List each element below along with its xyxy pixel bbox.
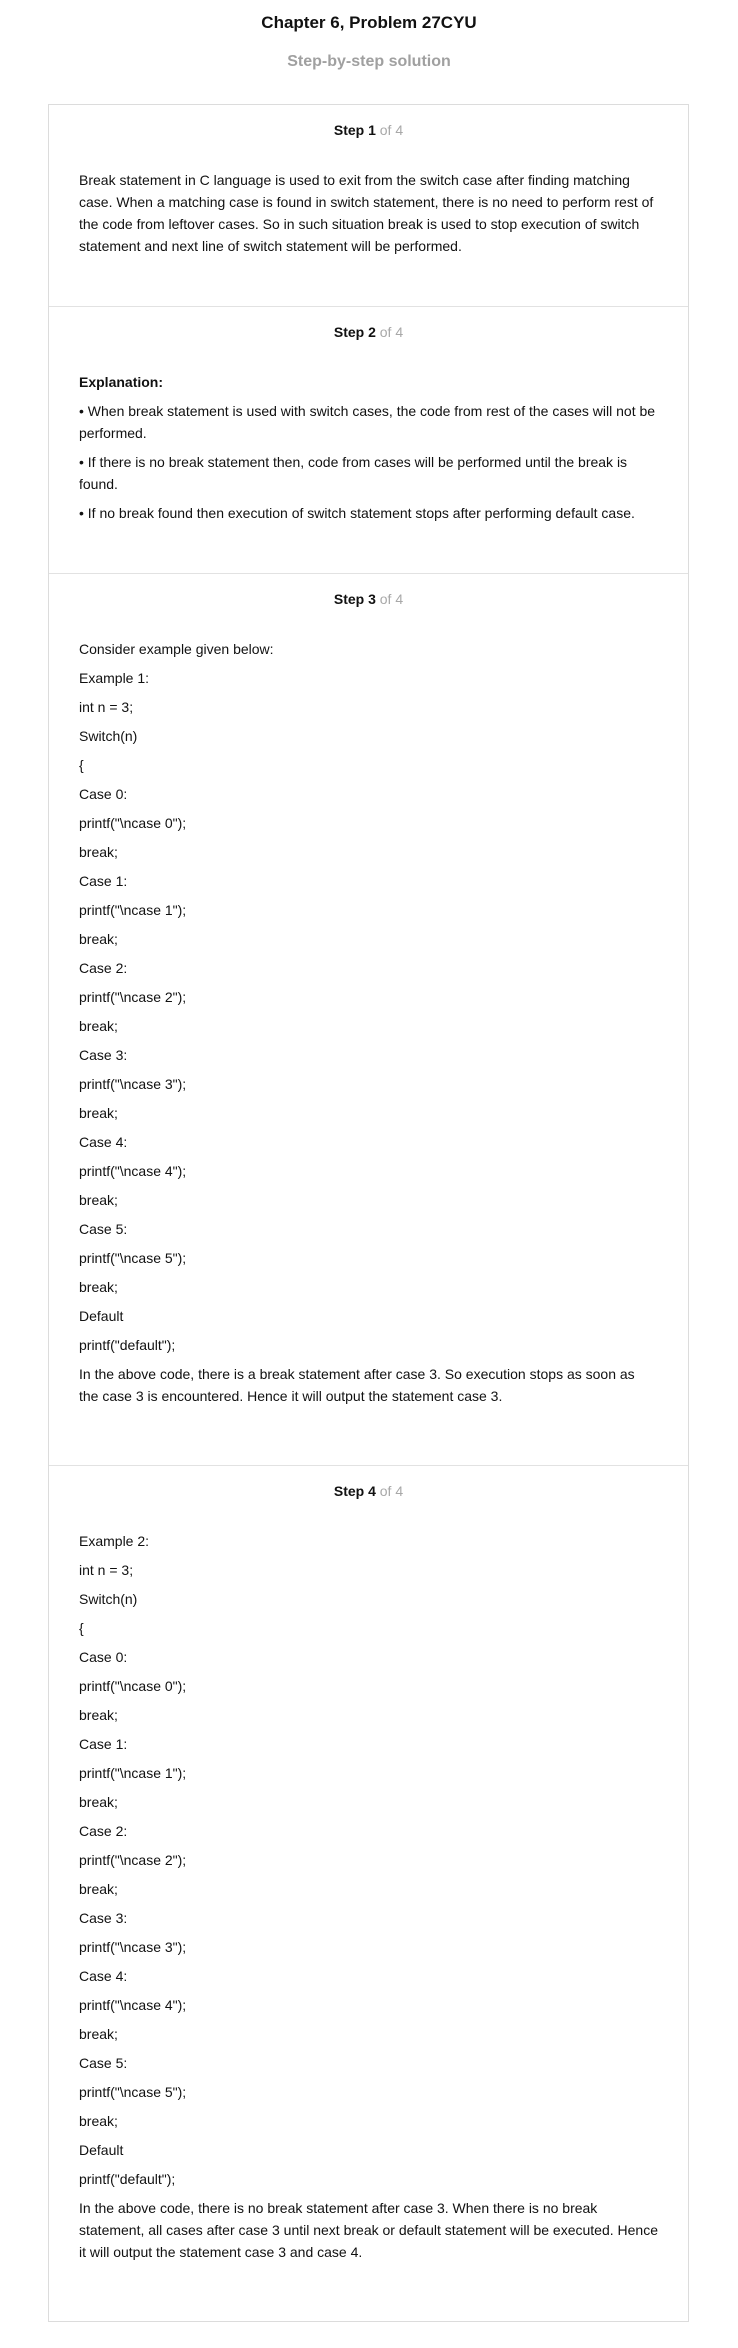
step-text-line: break; (79, 1707, 118, 1723)
step-text-line: printf("default"); (79, 2171, 176, 2187)
page-subtitle: Step-by-step solution (287, 53, 451, 70)
step-text-line: int n = 3; (79, 1562, 134, 1578)
step-text-line: break; (79, 1794, 118, 1810)
step-number: Step 1 (333, 122, 376, 138)
step-text-line: Case 0: (79, 786, 128, 802)
step-total: of 4 (375, 324, 404, 340)
step-text-line: printf("\ncase 0"); (79, 815, 187, 831)
step-header: Step 2 of 4 (79, 323, 658, 341)
step-total: of 4 (375, 122, 404, 138)
step-text-line: Case 2: (79, 1823, 128, 1839)
step-header: Step 4 of 4 (79, 1482, 658, 1500)
step-text-line: { (79, 757, 84, 773)
step-text-line: • If no break found then execution of sw… (79, 505, 635, 521)
step-text-line: break; (79, 1018, 118, 1034)
step-text-line: printf("\ncase 5"); (79, 1250, 187, 1266)
step-number: Step 4 (333, 1483, 376, 1499)
step-text-line: Case 3: (79, 1047, 128, 1063)
step-text-line: printf("\ncase 4"); (79, 1997, 187, 2013)
solution-card: Step 1 of 4 Break statement in C language… (48, 104, 689, 2322)
step-text-line: Case 4: (79, 1968, 128, 1984)
step-text-line: printf("\ncase 1"); (79, 1765, 187, 1781)
step-number: Step 3 (333, 591, 376, 607)
step-text-line: break; (79, 931, 118, 947)
step-text-line: break; (79, 1881, 118, 1897)
step-text-line: printf("\ncase 2"); (79, 1852, 187, 1868)
step-text-line: break; (79, 844, 118, 860)
step-section-4: Step 4 of 4 Example 2: int n = 3; Switch(n)… (49, 1466, 688, 2321)
step-text-line: break; (79, 1279, 118, 1295)
solution-page: Chapter 6, Problem 27CYU Step-by-step so… (0, 0, 738, 2322)
step-text-line: Default (79, 2142, 124, 2158)
step-text-line: Case 2: (79, 960, 128, 976)
step-section-1: Step 1 of 4 Break statement in C language… (49, 105, 688, 307)
step-text-line: break; (79, 2026, 118, 2042)
step-text-line: printf("\ncase 5"); (79, 2084, 187, 2100)
step-text-line: In the above code, there is a break stat… (79, 1366, 639, 1404)
step-text-line: Break statement in C language is used to… (79, 172, 658, 254)
step-text-line: • When break statement is used with swit… (79, 403, 659, 441)
page-title: Chapter 6, Problem 27CYU (261, 13, 477, 32)
step-total: of 4 (375, 1483, 404, 1499)
step-text-line: Case 1: (79, 873, 128, 889)
step-text-line: printf("\ncase 4"); (79, 1163, 187, 1179)
step-text-line: break; (79, 2113, 118, 2129)
step-text-line: Case 5: (79, 1221, 128, 1237)
step-text-line: printf("\ncase 2"); (79, 989, 187, 1005)
step-text-line: In the above code, there is no break sta… (79, 2200, 662, 2260)
step-text-line: Switch(n) (79, 1591, 138, 1607)
step-section-3: Step 3 of 4 Consider example given below:… (49, 574, 688, 1466)
step-total: of 4 (375, 591, 404, 607)
step-text-line: Consider example given below: (79, 641, 274, 657)
step-text-line: printf("\ncase 1"); (79, 902, 187, 918)
step-header: Step 3 of 4 (79, 590, 658, 608)
step-text-line: printf("default"); (79, 1337, 176, 1353)
step-text-line: { (79, 1620, 84, 1636)
step-text-line: Switch(n) (79, 728, 138, 744)
step-text-line: printf("\ncase 3"); (79, 1076, 187, 1092)
step-text-line: int n = 3; (79, 699, 134, 715)
step-text-line: Case 4: (79, 1134, 128, 1150)
step-text-line: Default (79, 1308, 124, 1324)
step-text-line: printf("\ncase 3"); (79, 1939, 187, 1955)
step-text-line: Case 1: (79, 1736, 128, 1752)
step-text-line: Example 1: (79, 670, 150, 686)
step-header: Step 1 of 4 (79, 121, 658, 139)
step-number: Step 2 (333, 324, 376, 340)
step-text-line: • If there is no break statement then, c… (79, 454, 631, 492)
step-text-line: Example 2: (79, 1533, 150, 1549)
step-section-2: Step 2 of 4 Explanation: • When break stat… (49, 307, 688, 574)
step-text-line: Case 0: (79, 1649, 128, 1665)
step-text-line: printf("\ncase 0"); (79, 1678, 187, 1694)
step-text-line: break; (79, 1192, 118, 1208)
step-text-line: Case 3: (79, 1910, 128, 1926)
step-text-line: break; (79, 1105, 118, 1121)
step-heading: Explanation: (79, 374, 164, 390)
step-text-line: Case 5: (79, 2055, 128, 2071)
